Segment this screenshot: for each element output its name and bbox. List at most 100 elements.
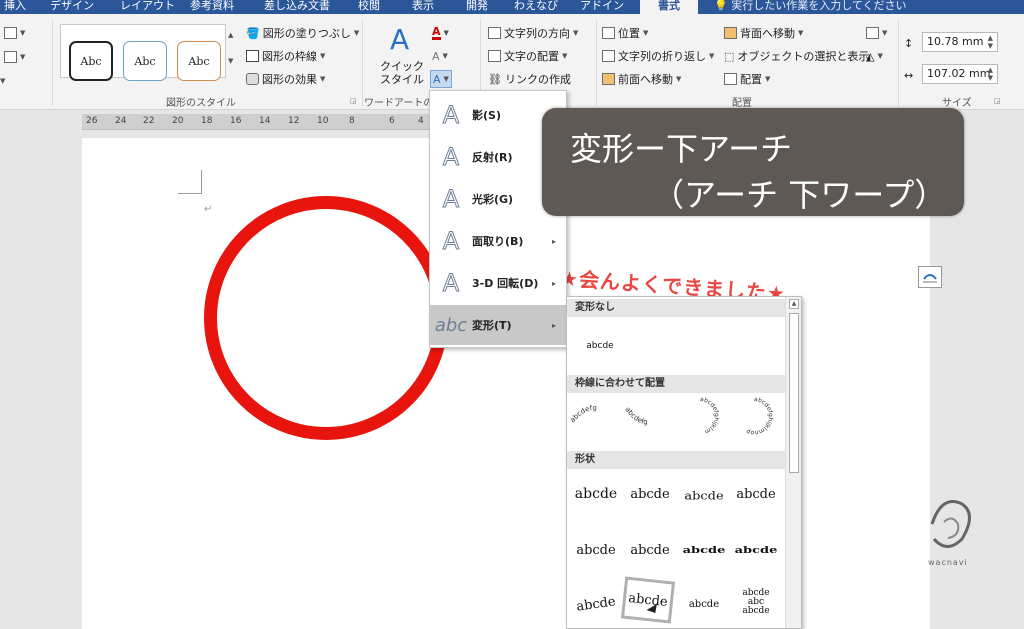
tab-view[interactable]: 表示 [412, 0, 434, 14]
shape-height-input[interactable]: 10.78 mm ▲ ▼ [922, 32, 998, 52]
circle-preview: abcdefghijklm [700, 396, 720, 435]
shape-style-sample-dark[interactable]: Abc [69, 41, 113, 81]
create-link-button[interactable]: ⛓ リンクの作成 [488, 70, 571, 88]
warp-ring-inside[interactable]: abcde [679, 535, 729, 564]
shape-outline-button[interactable]: 図形の枠線 ▼ [246, 47, 325, 65]
wrap-text-button[interactable]: 文字列の折り返し ▼ [602, 47, 714, 65]
text-fill-button[interactable]: A ▼ [432, 24, 449, 42]
rotate-icon: ◭ [866, 49, 875, 63]
red-circle-shape[interactable] [204, 196, 448, 440]
warp-button[interactable]: abcde abc abcde [731, 581, 781, 623]
layout-options-icon[interactable] [918, 266, 942, 288]
transform-arch-up[interactable]: abcdefg [569, 395, 619, 437]
tab-format[interactable]: 書式 [640, 0, 698, 14]
warp-circle[interactable]: abcde [679, 583, 729, 625]
text-box-button[interactable]: ▼ [4, 48, 25, 66]
text-direction-button[interactable]: 文字列の方向 ▼ [488, 24, 578, 42]
tab-developer[interactable]: 開発 [466, 0, 488, 14]
group-label-arrange: 配置 [732, 98, 752, 109]
shape-style-sample-orange[interactable]: Abc [177, 41, 221, 81]
menu-item-label: 変形(T) [472, 319, 512, 332]
transform-circle[interactable]: abcdefghijklm [675, 395, 725, 437]
align-icon [724, 73, 737, 85]
align-text-button[interactable]: 文字の配置 ▼ [488, 47, 567, 65]
scroll-thumb[interactable] [789, 313, 799, 473]
transform-arch-down[interactable]: abcdefg [621, 395, 671, 437]
gallery-scroll-up[interactable]: ▲ [228, 26, 233, 44]
tab-layout[interactable]: レイアウト [120, 0, 175, 14]
menu-item-label: 面取り(B) [472, 235, 524, 248]
warp-triangle-up[interactable]: abcde [679, 478, 729, 514]
warp-plain[interactable]: abcde [571, 473, 621, 515]
warp-stop[interactable]: abcde [625, 473, 675, 515]
transform-abc-icon: abc [434, 314, 468, 336]
group-objects-button[interactable]: ▼ [866, 24, 887, 42]
text-fill-icon: A [432, 24, 441, 40]
tell-me-text: 実行したい作業を入力してください [731, 0, 907, 12]
shape-style-sample-blue[interactable]: Abc [123, 41, 167, 81]
text-outline-button[interactable]: A ▼ [432, 47, 448, 65]
shapes-more-button[interactable]: ▼ [0, 72, 5, 90]
ruler-tick: 22 [143, 116, 155, 126]
tab-addins[interactable]: アドイン [580, 0, 624, 14]
warp-chevron-down[interactable]: abcde [625, 529, 675, 571]
selection-pane-button[interactable]: ⬚ オブジェクトの選択と表示 [724, 47, 869, 65]
gallery-scrollbar[interactable]: ▲ [785, 297, 801, 628]
width-icon: ↔ [904, 68, 914, 82]
arch-up-preview: abcdefg [569, 404, 597, 424]
ruler-tick: 6 [389, 116, 395, 126]
shape-effects-button[interactable]: 図形の効果 ▼ [246, 70, 325, 88]
position-button[interactable]: 位置 ▼ [602, 24, 648, 42]
gallery-more[interactable]: ▼ [228, 52, 233, 70]
shape-width-input[interactable]: 107.02 mm ▲ ▼ [922, 64, 998, 84]
shape-styles-launcher-icon[interactable]: ◲ [350, 97, 357, 105]
link-icon: ⛓ [488, 72, 502, 86]
paragraph-mark-icon: ↵ [204, 204, 213, 215]
align-button[interactable]: 配置 ▼ [724, 70, 770, 88]
transform-button[interactable]: abcdefghijklmnop [729, 395, 779, 437]
text-effects-icon: A [433, 72, 441, 86]
reflection-a-icon: A [442, 143, 460, 172]
warp-arch-down-selected[interactable]: abcde [620, 576, 676, 624]
ruler-tick: 26 [86, 116, 98, 126]
menu-item-bevel[interactable]: A 面取り(B) ▸ [430, 221, 566, 261]
warp-ring-outside[interactable]: abcde [731, 535, 781, 564]
separator [898, 20, 899, 106]
tab-wacnavi[interactable]: わえなび [514, 0, 558, 14]
send-backward-button[interactable]: 背面へ移動 ▼ [724, 24, 803, 42]
horizontal-ruler[interactable]: 26 24 22 20 18 16 14 12 10 8 6 4 [82, 114, 438, 130]
warp-triangle-down[interactable]: abcde [731, 473, 781, 515]
transform-none[interactable]: abcde [575, 325, 625, 367]
ruler-tick: 24 [115, 116, 127, 126]
paint-bucket-icon: 🪣 [246, 26, 260, 40]
tab-references[interactable]: 参考資料 [190, 0, 234, 14]
quick-style-button[interactable]: クイック スタイル [380, 60, 424, 86]
spinner-arrows-icon[interactable]: ▲ ▼ [988, 34, 993, 50]
tab-insert[interactable]: 挿入 [4, 0, 26, 14]
tab-review[interactable]: 校閲 [358, 0, 380, 14]
ruler-tick: 14 [259, 116, 271, 126]
separator [596, 20, 597, 106]
warp-arch-up[interactable]: abcde [568, 580, 623, 628]
shape-style-gallery: Abc Abc Abc [60, 24, 226, 81]
scroll-up-icon[interactable]: ▲ [789, 299, 799, 309]
menu-item-transform[interactable]: abc 変形(T) ▸ [430, 305, 566, 345]
wacnavi-logo: wacnavi [922, 484, 982, 574]
tab-design[interactable]: デザイン [50, 0, 94, 14]
svg-text:abcdefghijklmnop: abcdefghijklmnop [745, 396, 774, 436]
shape-fill-button[interactable]: 🪣 図形の塗りつぶし ▼ [246, 24, 359, 42]
spinner-arrows-icon[interactable]: ▲ ▼ [988, 66, 993, 82]
tab-mailings[interactable]: 差し込み文書 [264, 0, 330, 14]
warp-chevron-up[interactable]: abcde [571, 529, 621, 571]
menu-item-label: 反射(R) [472, 151, 513, 164]
text-effects-button[interactable]: A ▼ [430, 70, 452, 88]
button-preview: abcdefghijklmnop [745, 396, 774, 436]
menu-item-3d-rotation[interactable]: A 3-D 回転(D) ▸ [430, 263, 566, 303]
size-launcher-icon[interactable]: ◲ [994, 97, 1001, 105]
ruler-tick: 8 [349, 116, 355, 126]
rotate-button[interactable]: ◭ ▼ [866, 47, 883, 65]
ruler-tick: 10 [317, 116, 329, 126]
bring-forward-button[interactable]: 前面へ移動 ▼ [602, 70, 681, 88]
edit-shape-button[interactable]: ▼ [4, 24, 25, 42]
tell-me-box[interactable]: 💡 実行したい作業を入力してください [714, 0, 907, 12]
